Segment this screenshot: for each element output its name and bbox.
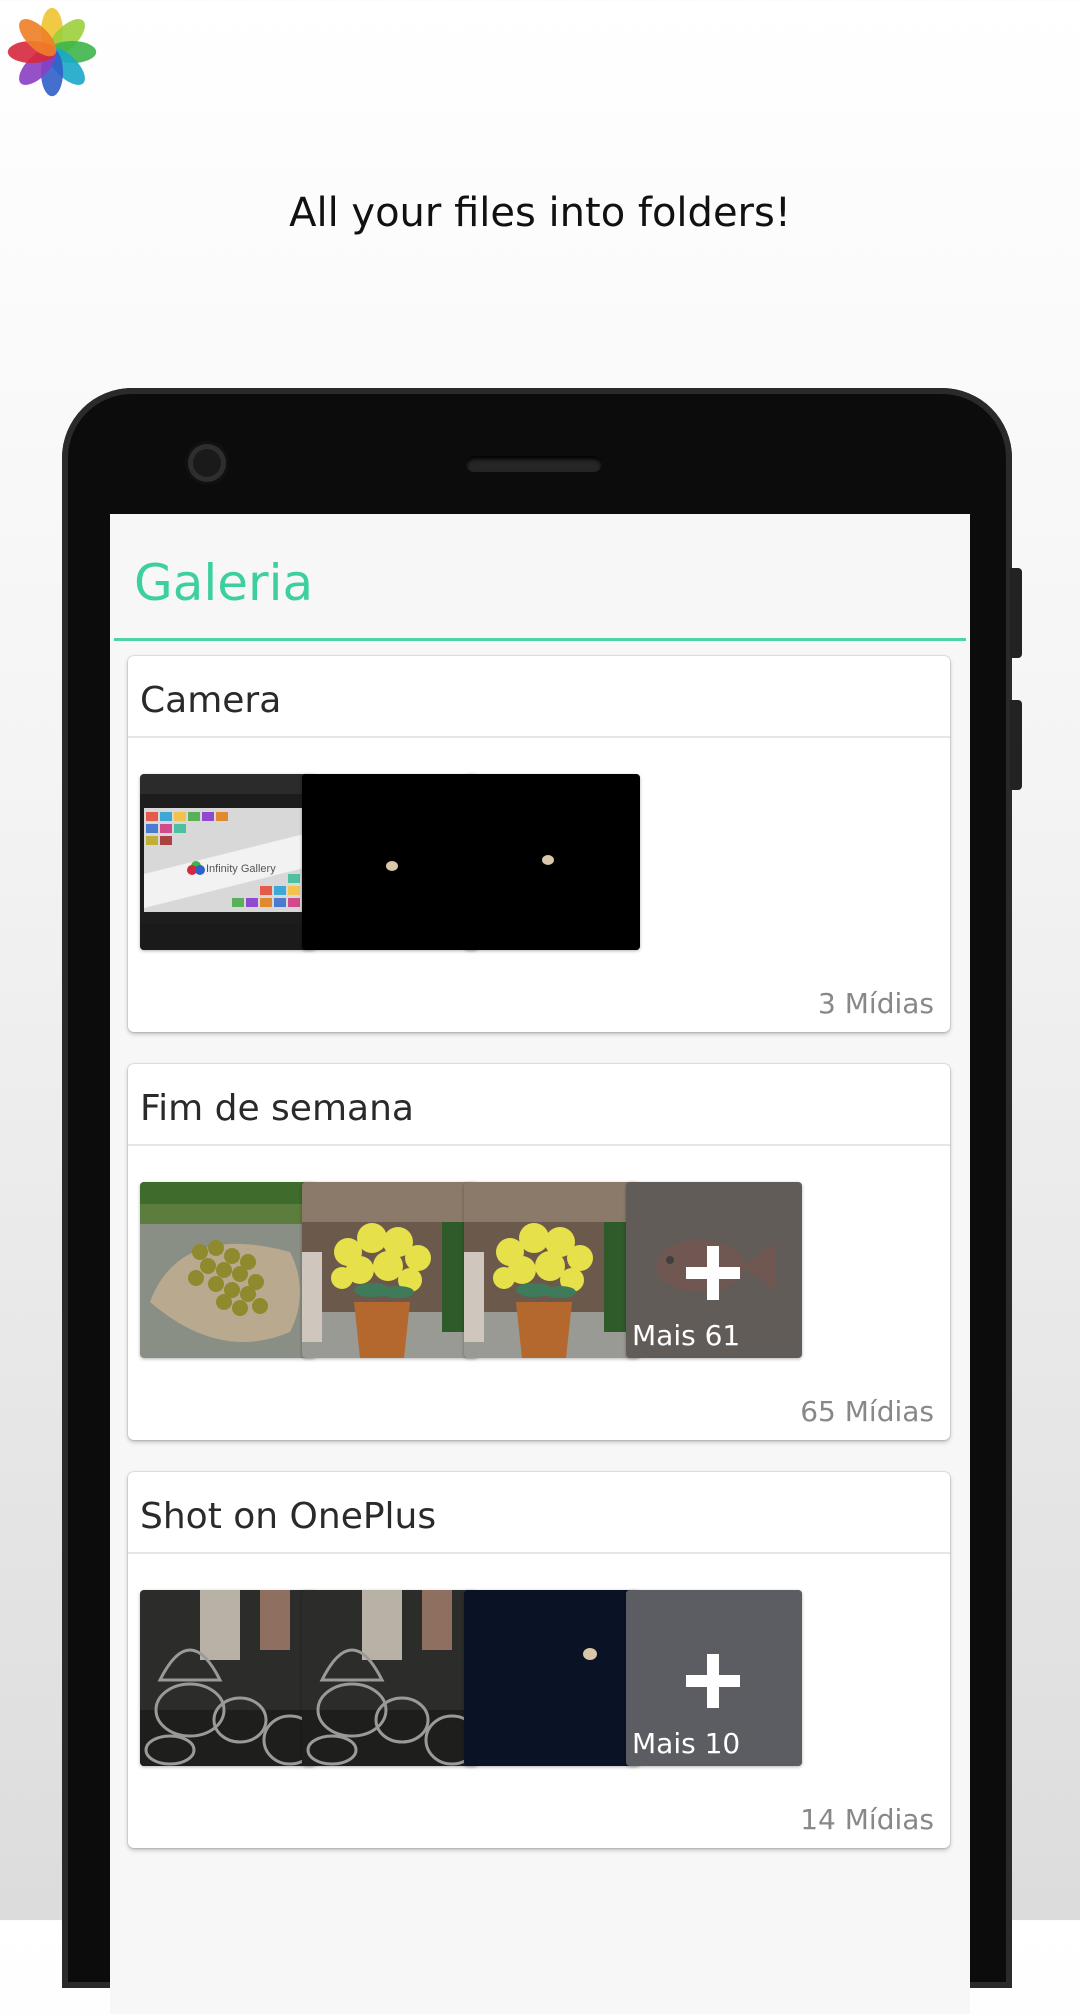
page-title: Galeria (134, 554, 314, 612)
thumbnail[interactable] (140, 1182, 316, 1358)
moon-night-photo (302, 774, 478, 950)
album-title: Fim de semana (140, 1088, 414, 1129)
yellow-flowers-vase-photo (464, 1182, 640, 1358)
tagline: All your files into folders! (289, 190, 791, 236)
title-divider (114, 638, 966, 641)
thumbnail[interactable] (302, 1182, 478, 1358)
moon-dark-sky-photo (464, 1590, 640, 1766)
plus-icon (686, 1654, 740, 1708)
glass-jars-photo (140, 1590, 316, 1766)
media-count: 14 Mídias (800, 1803, 934, 1836)
media-count: 65 Mídias (800, 1395, 934, 1428)
more-thumbnail[interactable]: Mais 10 (626, 1590, 802, 1766)
more-thumbnail[interactable]: Mais 61 (626, 1182, 802, 1358)
more-label: Mais 10 (632, 1727, 741, 1760)
thumbnail[interactable] (464, 1182, 640, 1358)
phone-side-button (1010, 568, 1022, 658)
plus-icon (686, 1246, 740, 1300)
yellow-flowers-vase-photo (302, 1182, 478, 1358)
phone-side-button (1010, 700, 1022, 790)
thumbnail[interactable] (302, 774, 478, 950)
media-count: 3 Mídias (818, 987, 934, 1020)
thumbnail[interactable] (464, 774, 640, 950)
divider (128, 736, 950, 738)
album-title: Camera (140, 680, 282, 721)
thumbnail[interactable] (464, 1590, 640, 1766)
divider (128, 1552, 950, 1554)
divider (128, 1144, 950, 1146)
app-logo-icon (7, 7, 97, 97)
thumbnail[interactable] (302, 1590, 478, 1766)
moon-night-photo (464, 774, 640, 950)
earpiece-speaker (466, 456, 602, 472)
glass-jars-photo (302, 1590, 478, 1766)
thumbnail[interactable]: Infinity Gallery (140, 774, 316, 950)
album-card-shot-on-oneplus[interactable]: Shot on OnePlus Mais 10 14 Mídias (128, 1472, 950, 1848)
phone-frame: Galeria Camera Infinity Gallery 3 Mídias… (62, 388, 1022, 2014)
phone-screen: Galeria Camera Infinity Gallery 3 Mídias… (110, 514, 970, 2014)
front-camera (188, 444, 226, 482)
more-label: Mais 61 (632, 1319, 741, 1352)
album-card-camera[interactable]: Camera Infinity Gallery 3 Mídias (128, 656, 950, 1032)
berries-on-leaf-photo (140, 1182, 316, 1358)
infinity-gallery-laptop-photo: Infinity Gallery (140, 774, 316, 950)
album-title: Shot on OnePlus (140, 1496, 437, 1537)
album-card-fim-de-semana[interactable]: Fim de semana Mais 61 65 Mídias (128, 1064, 950, 1440)
thumbnail[interactable] (140, 1590, 316, 1766)
laptop-screen-text: Infinity Gallery (206, 863, 276, 875)
